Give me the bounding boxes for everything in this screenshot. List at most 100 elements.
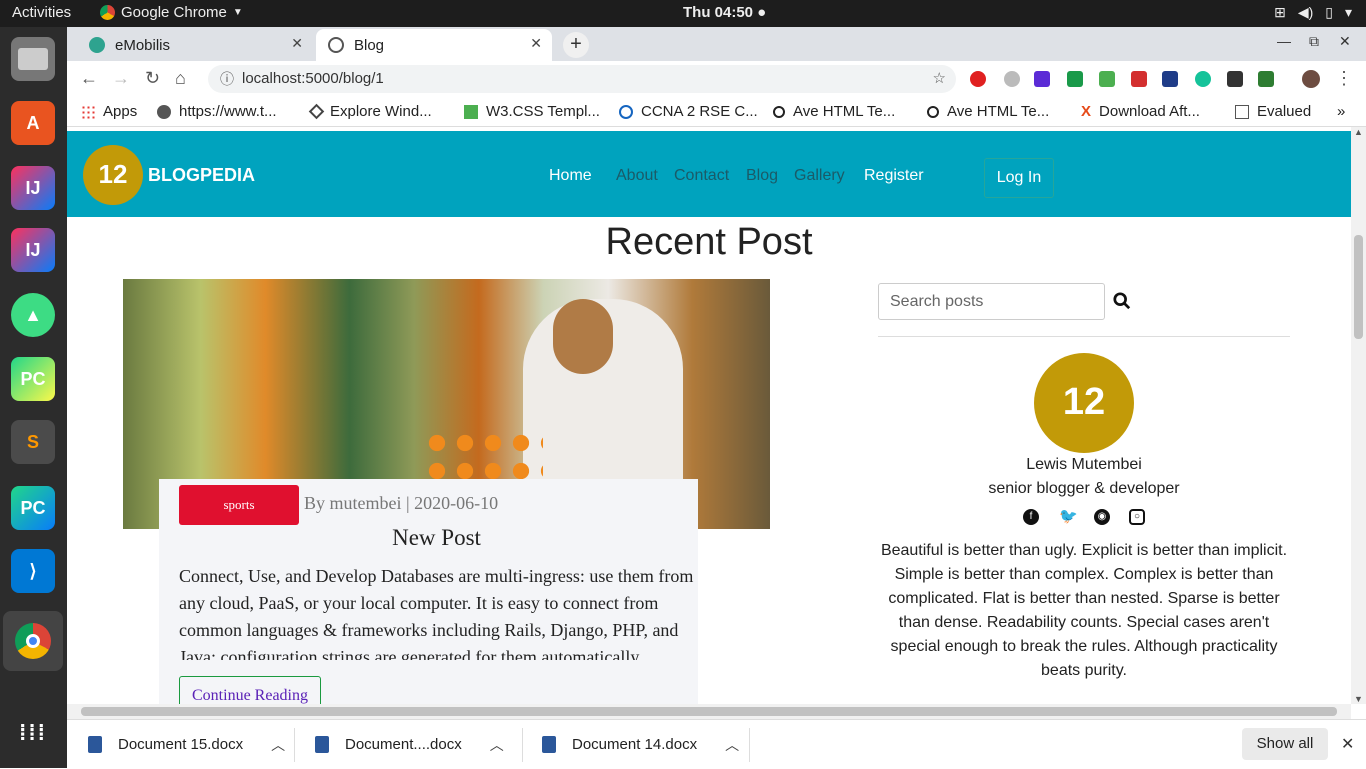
minimize-button[interactable]: — bbox=[1277, 33, 1291, 49]
nav-blog[interactable]: Blog bbox=[746, 167, 778, 185]
android-studio-icon[interactable]: ▲ bbox=[11, 293, 55, 337]
nav-contact[interactable]: Contact bbox=[674, 167, 729, 185]
extension-icon[interactable] bbox=[1258, 71, 1274, 87]
power-menu-icon[interactable]: ▾ bbox=[1345, 4, 1352, 21]
search-input[interactable]: Search posts bbox=[878, 283, 1105, 320]
clock[interactable]: Thu 04:50 ● bbox=[683, 4, 766, 21]
w3-icon bbox=[464, 104, 478, 119]
tab-blog[interactable]: Blog ✕ bbox=[316, 29, 552, 61]
close-window-button[interactable]: ✕ bbox=[1339, 33, 1351, 50]
nav-register[interactable]: Register bbox=[864, 167, 924, 185]
show-apps-icon[interactable]: ⁞⁞⁞ bbox=[11, 711, 55, 755]
extension-icon[interactable] bbox=[1004, 71, 1020, 87]
chevron-up-icon[interactable]: ︿ bbox=[490, 735, 504, 755]
bookmark-item[interactable]: Evalued bbox=[1235, 103, 1311, 120]
network-icon[interactable]: ⊞ bbox=[1274, 4, 1286, 21]
home-icon[interactable]: ⌂ bbox=[175, 68, 186, 89]
volume-icon[interactable]: ◀) bbox=[1298, 4, 1313, 21]
horizontal-scrollbar[interactable] bbox=[67, 704, 1351, 719]
maximize-button[interactable]: ⧉ bbox=[1309, 33, 1319, 50]
system-tray[interactable]: ⊞ ◀) ▯ ▾ bbox=[1274, 4, 1352, 21]
app-menu[interactable]: Google Chrome ▼ bbox=[100, 4, 243, 21]
chevron-up-icon[interactable]: ︿ bbox=[271, 735, 285, 755]
adblock-icon[interactable] bbox=[970, 71, 986, 87]
extension-icon[interactable] bbox=[1131, 71, 1147, 87]
shopper-head bbox=[553, 299, 613, 374]
bookmark-item[interactable]: Ave HTML Te... bbox=[927, 103, 1049, 120]
more-bookmarks-icon[interactable]: » bbox=[1337, 103, 1345, 120]
continue-reading-button[interactable]: Continue Reading bbox=[179, 676, 321, 704]
emobilis-favicon-icon bbox=[89, 37, 105, 53]
site-brand[interactable]: BLOGPEDIA bbox=[148, 165, 255, 186]
intellij-icon[interactable]: IJ bbox=[11, 228, 55, 272]
close-icon[interactable]: ✕ bbox=[1341, 734, 1354, 754]
extension-icon[interactable] bbox=[1195, 71, 1211, 87]
bookmark-apps[interactable]: Apps bbox=[81, 103, 137, 120]
chrome-icon bbox=[100, 5, 115, 20]
twitter-icon[interactable]: 🐦 bbox=[1059, 509, 1078, 525]
bookmark-item[interactable]: Explore Wind... bbox=[308, 103, 432, 120]
bookmark-item[interactable]: X Download Aft... bbox=[1081, 103, 1200, 120]
bookmark-star-icon[interactable]: ☆ bbox=[933, 65, 946, 93]
extension-icon[interactable] bbox=[1227, 71, 1243, 87]
info-icon[interactable]: ⓘ bbox=[220, 65, 234, 93]
search-icon[interactable] bbox=[1113, 292, 1131, 310]
bookmark-item[interactable]: https://www.t... bbox=[157, 103, 277, 120]
download-item[interactable]: Document 14.docx ︿ bbox=[542, 720, 739, 769]
web-page: 12 BLOGPEDIA Home About Contact Blog Gal… bbox=[67, 127, 1351, 704]
reload-icon[interactable]: ↻ bbox=[145, 68, 160, 89]
vertical-scrollbar[interactable]: ▲ ▼ bbox=[1351, 127, 1366, 704]
extension-icon[interactable] bbox=[1099, 71, 1115, 87]
forward-icon[interactable]: → bbox=[112, 68, 130, 89]
file-manager-icon[interactable] bbox=[11, 37, 55, 81]
scroll-up-icon[interactable]: ▲ bbox=[1354, 127, 1363, 137]
nav-gallery[interactable]: Gallery bbox=[794, 167, 845, 185]
address-bar[interactable]: ⓘ localhost:5000/blog/1 ☆ bbox=[208, 65, 956, 93]
nav-home[interactable]: Home bbox=[549, 167, 592, 185]
chrome-icon[interactable] bbox=[3, 611, 63, 671]
github-icon[interactable]: ◉ bbox=[1094, 509, 1110, 525]
facebook-icon[interactable]: f bbox=[1023, 509, 1039, 525]
ave-icon bbox=[773, 105, 785, 118]
login-button[interactable]: Log In bbox=[984, 158, 1054, 198]
show-all-button[interactable]: Show all bbox=[1242, 728, 1328, 760]
menu-icon[interactable]: ⋮ bbox=[1335, 68, 1353, 89]
separator bbox=[294, 728, 295, 762]
extension-icon[interactable] bbox=[1034, 71, 1050, 87]
sublime-text-icon[interactable]: S bbox=[11, 420, 55, 464]
chevron-up-icon[interactable]: ︿ bbox=[725, 735, 739, 755]
back-icon[interactable]: ← bbox=[80, 68, 98, 89]
avatar[interactable] bbox=[1302, 70, 1320, 88]
close-icon[interactable]: ✕ bbox=[530, 35, 542, 52]
doc-icon bbox=[1235, 104, 1249, 119]
pycharm-icon[interactable]: PC bbox=[11, 357, 55, 401]
extension-icon[interactable] bbox=[1162, 71, 1178, 87]
battery-icon[interactable]: ▯ bbox=[1325, 4, 1333, 21]
post-title[interactable]: New Post bbox=[159, 525, 714, 551]
scrollbar-thumb[interactable] bbox=[1354, 235, 1363, 339]
pycharm-edu-icon[interactable]: PC bbox=[11, 486, 55, 530]
site-logo[interactable]: 12 bbox=[83, 145, 143, 205]
bookmark-item[interactable]: W3.CSS Templ... bbox=[464, 103, 600, 120]
new-tab-button[interactable]: + bbox=[563, 32, 589, 58]
post-card: sports By mutembei | 2020-06-10 New Post… bbox=[159, 479, 698, 704]
intellij-icon[interactable]: IJ bbox=[11, 166, 55, 210]
scrollbar-thumb[interactable] bbox=[81, 707, 1337, 716]
category-badge[interactable]: sports bbox=[179, 485, 299, 525]
activities-button[interactable]: Activities bbox=[12, 4, 71, 21]
tab-strip: eMobilis ✕ Blog ✕ + — ⧉ ✕ bbox=[67, 27, 1366, 61]
nav-about[interactable]: About bbox=[616, 167, 658, 185]
close-icon[interactable]: ✕ bbox=[291, 35, 303, 52]
chevron-down-icon: ▼ bbox=[232, 7, 243, 18]
vscode-icon[interactable]: ⟩ bbox=[11, 549, 55, 593]
scroll-down-icon[interactable]: ▼ bbox=[1354, 694, 1363, 704]
extension-icon[interactable] bbox=[1067, 71, 1083, 87]
instagram-icon[interactable]: ○ bbox=[1129, 509, 1145, 525]
tab-title: Blog bbox=[354, 36, 385, 54]
bookmark-item[interactable]: CCNA 2 RSE C... bbox=[619, 103, 758, 120]
software-center-icon[interactable]: A bbox=[11, 101, 55, 145]
tab-emobilis[interactable]: eMobilis ✕ bbox=[77, 29, 313, 61]
bookmark-item[interactable]: Ave HTML Te... bbox=[773, 103, 895, 120]
download-item[interactable]: Document 15.docx ︿ bbox=[88, 720, 285, 769]
download-item[interactable]: Document....docx ︿ bbox=[315, 720, 504, 769]
